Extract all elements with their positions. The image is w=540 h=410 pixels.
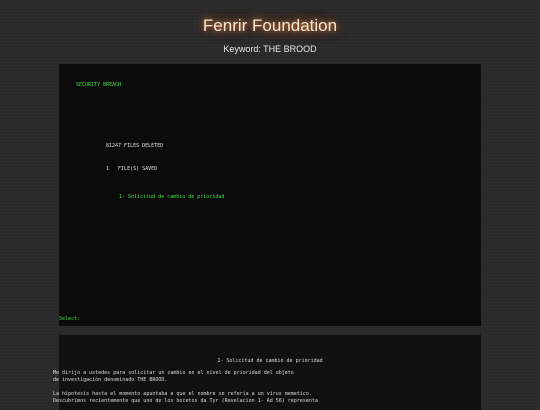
security-breach-text: SECURITY BREACH <box>76 82 122 88</box>
document-panel: 1- Solicitud de cambio de prioridad Me d… <box>53 335 481 410</box>
select-prompt[interactable]: Select: <box>59 316 80 322</box>
document-line: Me dirijo a ustedes para solicitar un ca… <box>53 370 294 376</box>
keyword-subtitle: Keyword: THE BROOD <box>223 44 317 54</box>
document-title: 1- Solicitud de cambio de prioridad <box>217 358 323 364</box>
terminal-panel: SECURITY BREACH 81247 FILES DELETED 1 FI… <box>59 64 481 326</box>
document-line: La hipotesis hasta el momento apuntaba a… <box>53 391 312 397</box>
document-line: Descubrimos recientemente que uno de los… <box>53 398 318 404</box>
files-deleted-text: 81247 FILES DELETED <box>106 143 164 149</box>
document-line: de investigación denominado THE BROOD. <box>53 377 168 383</box>
files-saved-text: 1 FILE(S) SAVED <box>106 166 158 172</box>
page-title: Fenrir Foundation <box>202 16 338 35</box>
saved-file-link[interactable]: 1- Solicitud de cambio de prioridad <box>119 194 224 200</box>
